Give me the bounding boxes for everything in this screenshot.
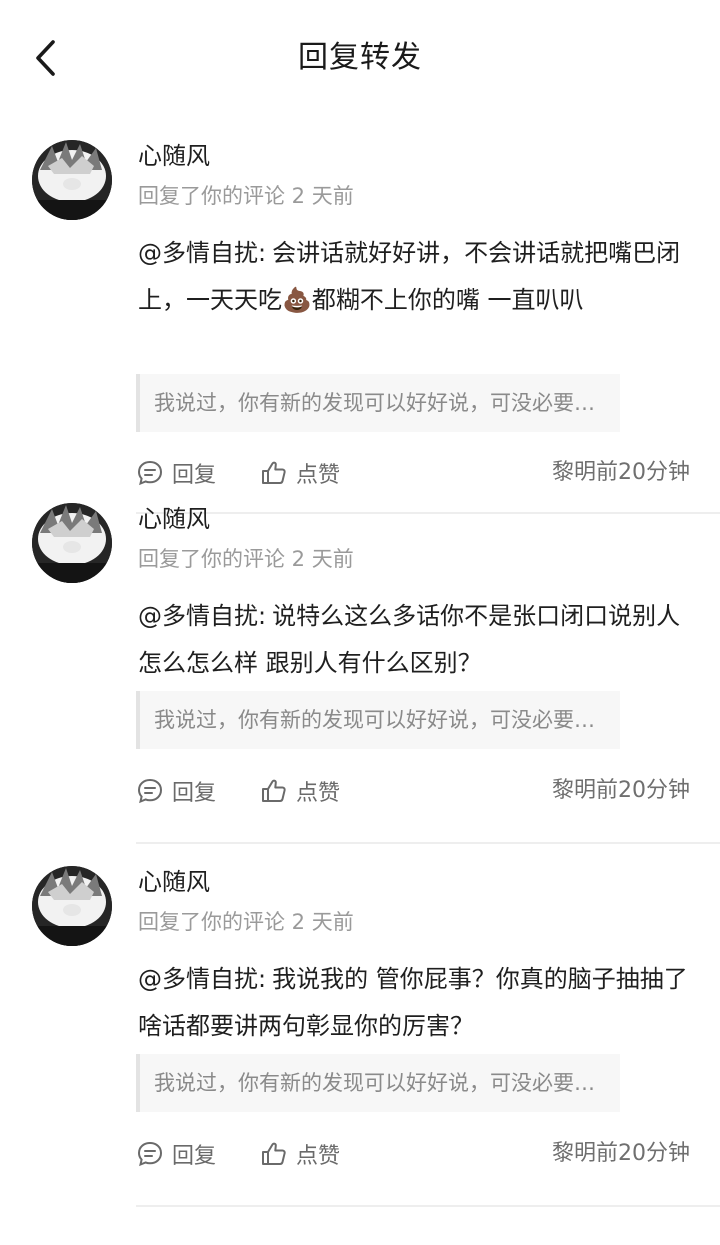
comment-text: @多情自扰: 我说我的 管你屁事？你真的脑子抽抽了 啥话都要讲两句彰显你的厉害？ [138, 956, 698, 1050]
reply-button[interactable]: 回复 [136, 1134, 216, 1174]
comment-actions: 回复 点赞 黎明前20分钟 [136, 1134, 690, 1174]
reply-label: 回复 [172, 781, 217, 806]
mention-link[interactable]: @多情自扰: [138, 965, 266, 993]
comment-item: 心随风 回复了你的评论 2 天前 @多情自扰: 说特么这么多话你不是张口闭口说别人… [0, 481, 720, 844]
avatar[interactable] [32, 503, 112, 583]
quoted-comment[interactable]: 我说过，你有新的发现可以好好说，可没必要… [136, 691, 620, 749]
comment-bubble-icon [137, 1141, 163, 1167]
username[interactable]: 心随风 [138, 501, 210, 537]
username[interactable]: 心随风 [138, 864, 210, 900]
reply-meta: 回复了你的评论 2 天前 [138, 184, 354, 208]
reply-label: 回复 [172, 1144, 217, 1169]
like-button[interactable]: 点赞 [260, 1134, 340, 1174]
mention-link[interactable]: @多情自扰: [138, 239, 266, 267]
page-title: 回复转发 [298, 40, 422, 75]
comment-feed: 心随风 回复了你的评论 2 天前 @多情自扰: 会讲话就好好讲，不会讲话就把嘴巴闭… [0, 118, 720, 1207]
reply-meta: 回复了你的评论 2 天前 [138, 910, 354, 934]
top-bar: 回复转发 [0, 0, 720, 118]
timestamp: 黎明前20分钟 [552, 1141, 690, 1166]
username[interactable]: 心随风 [138, 138, 210, 174]
avatar[interactable] [32, 140, 112, 220]
reply-button[interactable]: 回复 [136, 771, 216, 811]
thumbs-up-icon [262, 779, 286, 802]
comment-actions: 回复 点赞 黎明前20分钟 [136, 771, 690, 811]
comment-text: @多情自扰: 会讲话就好好讲，不会讲话就把嘴巴闭上，一天天吃💩都糊不上你的嘴 一直… [138, 230, 698, 324]
timestamp: 黎明前20分钟 [552, 778, 690, 803]
like-button[interactable]: 点赞 [260, 771, 340, 811]
reply-meta: 回复了你的评论 2 天前 [138, 547, 354, 571]
mention-link[interactable]: @多情自扰: [138, 602, 266, 630]
comment-bubble-icon [137, 778, 163, 804]
comment-text: @多情自扰: 说特么这么多话你不是张口闭口说别人怎么怎么样 跟别人有什么区别？ [138, 593, 698, 687]
thumbs-up-icon [262, 1142, 286, 1165]
quoted-comment[interactable]: 我说过，你有新的发现可以好好说，可没必要… [136, 374, 620, 432]
like-label: 点赞 [296, 781, 341, 806]
avatar[interactable] [32, 866, 112, 946]
like-label: 点赞 [296, 1144, 341, 1169]
quoted-comment[interactable]: 我说过，你有新的发现可以好好说，可没必要… [136, 1054, 620, 1112]
comment-item: 心随风 回复了你的评论 2 天前 @多情自扰: 我说我的 管你屁事？你真的脑子抽抽… [0, 844, 720, 1207]
divider [136, 1205, 720, 1207]
comment-item: 心随风 回复了你的评论 2 天前 @多情自扰: 会讲话就好好讲，不会讲话就把嘴巴闭… [0, 118, 720, 514]
